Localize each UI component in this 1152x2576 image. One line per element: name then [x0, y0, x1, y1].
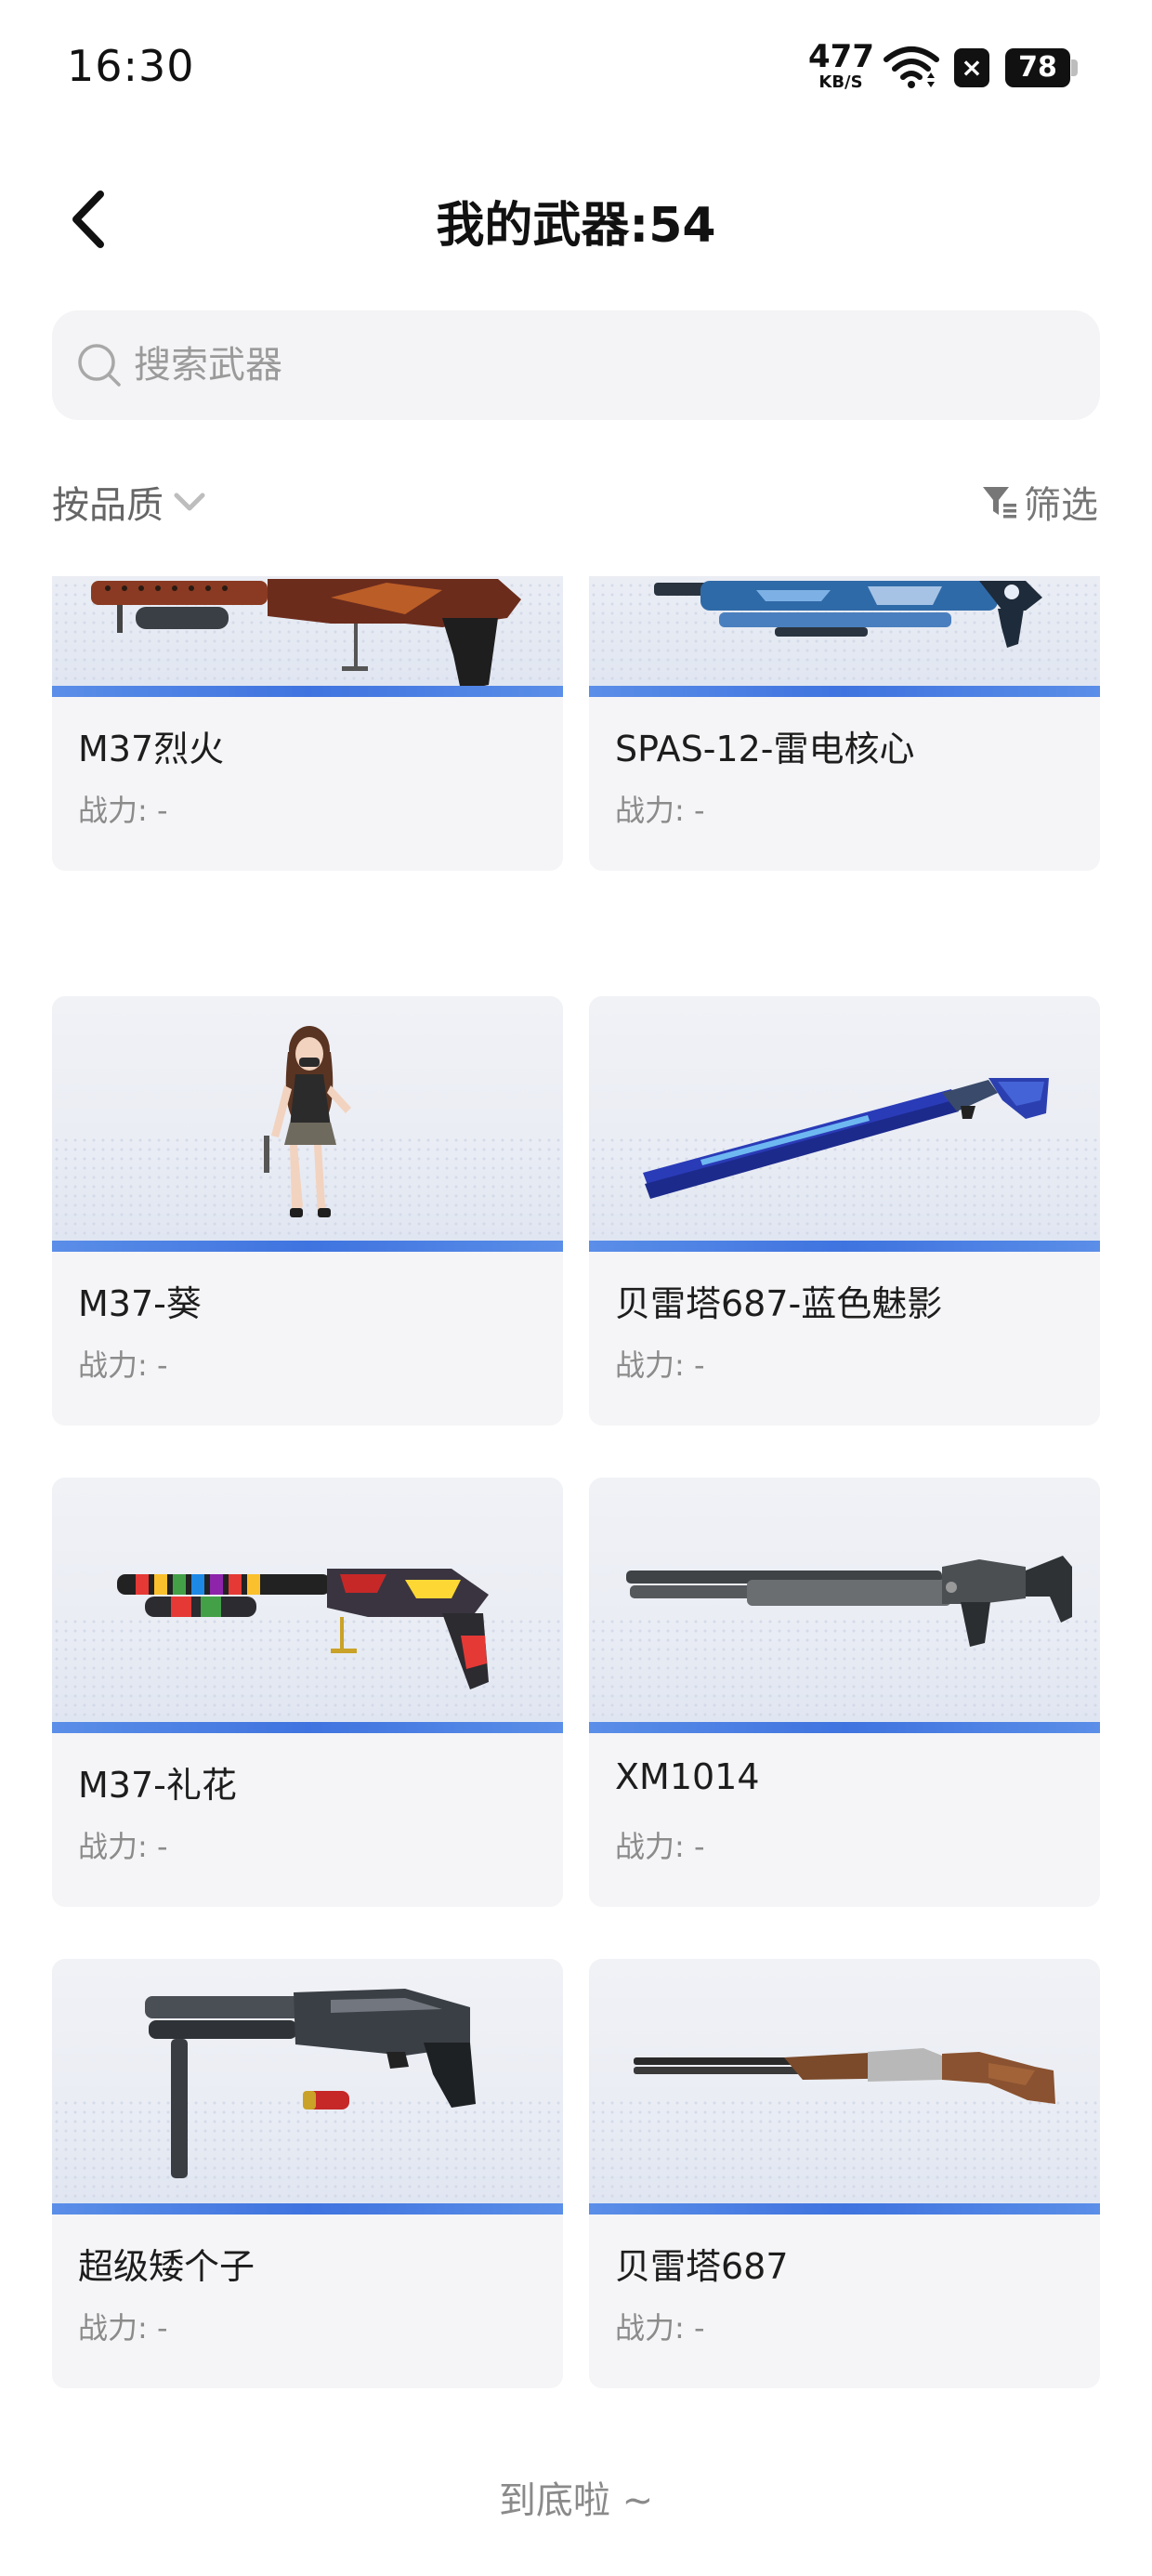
weapon-grid: M37烈火 战力: - SPAS-12-雷电核心 战力: - M37-葵 战力:…	[0, 576, 1152, 2435]
weapon-name: 超级矮个子	[78, 2246, 255, 2287]
weapon-image	[589, 996, 1100, 1252]
weapon-card[interactable]: M37-礼花 战力: -	[52, 1478, 563, 1907]
weapon-power: 战力: -	[78, 787, 168, 830]
weapon-image	[589, 576, 1100, 697]
power-label: 战力:	[615, 1829, 685, 1864]
power-value: -	[156, 1347, 168, 1383]
power-value: -	[156, 2310, 168, 2346]
power-value: -	[693, 1829, 705, 1864]
weapon-power: 战力: -	[615, 787, 705, 830]
weapon-power: 战力: -	[615, 1823, 705, 1866]
weapon-power: 战力: -	[615, 2305, 705, 2347]
page-title: 我的武器:54	[436, 198, 716, 254]
filter-button[interactable]: 筛选	[981, 472, 1098, 532]
wifi-icon	[884, 46, 939, 88]
network-speed: 477 KB/S	[808, 38, 874, 92]
end-of-list-text: 到底啦 ~	[498, 2479, 654, 2522]
weapon-power: 战力: -	[615, 1342, 705, 1385]
power-label: 战力:	[78, 2310, 148, 2346]
weapon-name: M37-葵	[78, 1283, 202, 1324]
weapon-card[interactable]: 贝雷塔687 战力: -	[589, 1959, 1100, 2388]
weapon-image	[52, 996, 563, 1252]
power-value: -	[156, 1829, 168, 1864]
status-bar: 16:30 477 KB/S × 78	[0, 0, 1152, 139]
weapon-name: XM1014	[615, 1756, 760, 1797]
filter-funnel-icon	[983, 487, 1016, 519]
search-box[interactable]	[52, 310, 1100, 420]
weapon-image	[52, 1478, 563, 1733]
weapon-name: 贝雷塔687	[615, 2246, 789, 2287]
weapon-image	[589, 1959, 1100, 2215]
weapon-power: 战力: -	[78, 1342, 168, 1385]
close-badge-icon: ×	[954, 48, 989, 87]
weapon-card[interactable]: M37-葵 战力: -	[52, 996, 563, 1426]
weapon-name: M37-礼花	[78, 1765, 237, 1806]
power-value: -	[156, 793, 168, 828]
power-label: 战力:	[615, 1347, 685, 1383]
search-input[interactable]	[134, 333, 1063, 398]
network-speed-value: 477	[808, 38, 874, 75]
power-value: -	[693, 2310, 705, 2346]
network-speed-unit: KB/S	[818, 72, 863, 92]
weapon-name: SPAS-12-雷电核心	[615, 729, 915, 769]
weapon-card[interactable]: SPAS-12-雷电核心 战力: -	[589, 576, 1100, 871]
power-label: 战力:	[78, 1347, 148, 1383]
power-value: -	[693, 793, 705, 828]
weapon-power: 战力: -	[78, 2305, 168, 2347]
battery-level: 78	[1005, 48, 1070, 87]
weapon-card[interactable]: XM1014 战力: -	[589, 1478, 1100, 1907]
power-label: 战力:	[615, 793, 685, 828]
filter-label: 筛选	[1024, 484, 1098, 527]
power-value: -	[693, 1347, 705, 1383]
search-icon	[78, 344, 121, 387]
chevron-down-icon	[174, 493, 205, 511]
weapon-card[interactable]: 超级矮个子 战力: -	[52, 1959, 563, 2388]
power-label: 战力:	[78, 1829, 148, 1864]
weapon-image	[589, 1478, 1100, 1733]
weapon-image	[52, 576, 563, 697]
weapon-power: 战力: -	[78, 1823, 168, 1866]
battery-icon: 78	[1005, 48, 1078, 87]
weapon-card[interactable]: 贝雷塔687-蓝色魅影 战力: -	[589, 996, 1100, 1426]
weapon-name: M37烈火	[78, 729, 225, 769]
weapon-name: 贝雷塔687-蓝色魅影	[615, 1283, 943, 1324]
weapon-image	[52, 1959, 563, 2215]
status-time: 16:30	[67, 41, 195, 91]
weapon-card[interactable]: M37烈火 战力: -	[52, 576, 563, 871]
sort-by-quality-dropdown[interactable]: 按品质	[52, 472, 208, 532]
power-label: 战力:	[78, 793, 148, 828]
power-label: 战力:	[615, 2310, 685, 2346]
sort-label: 按品质	[52, 484, 164, 527]
